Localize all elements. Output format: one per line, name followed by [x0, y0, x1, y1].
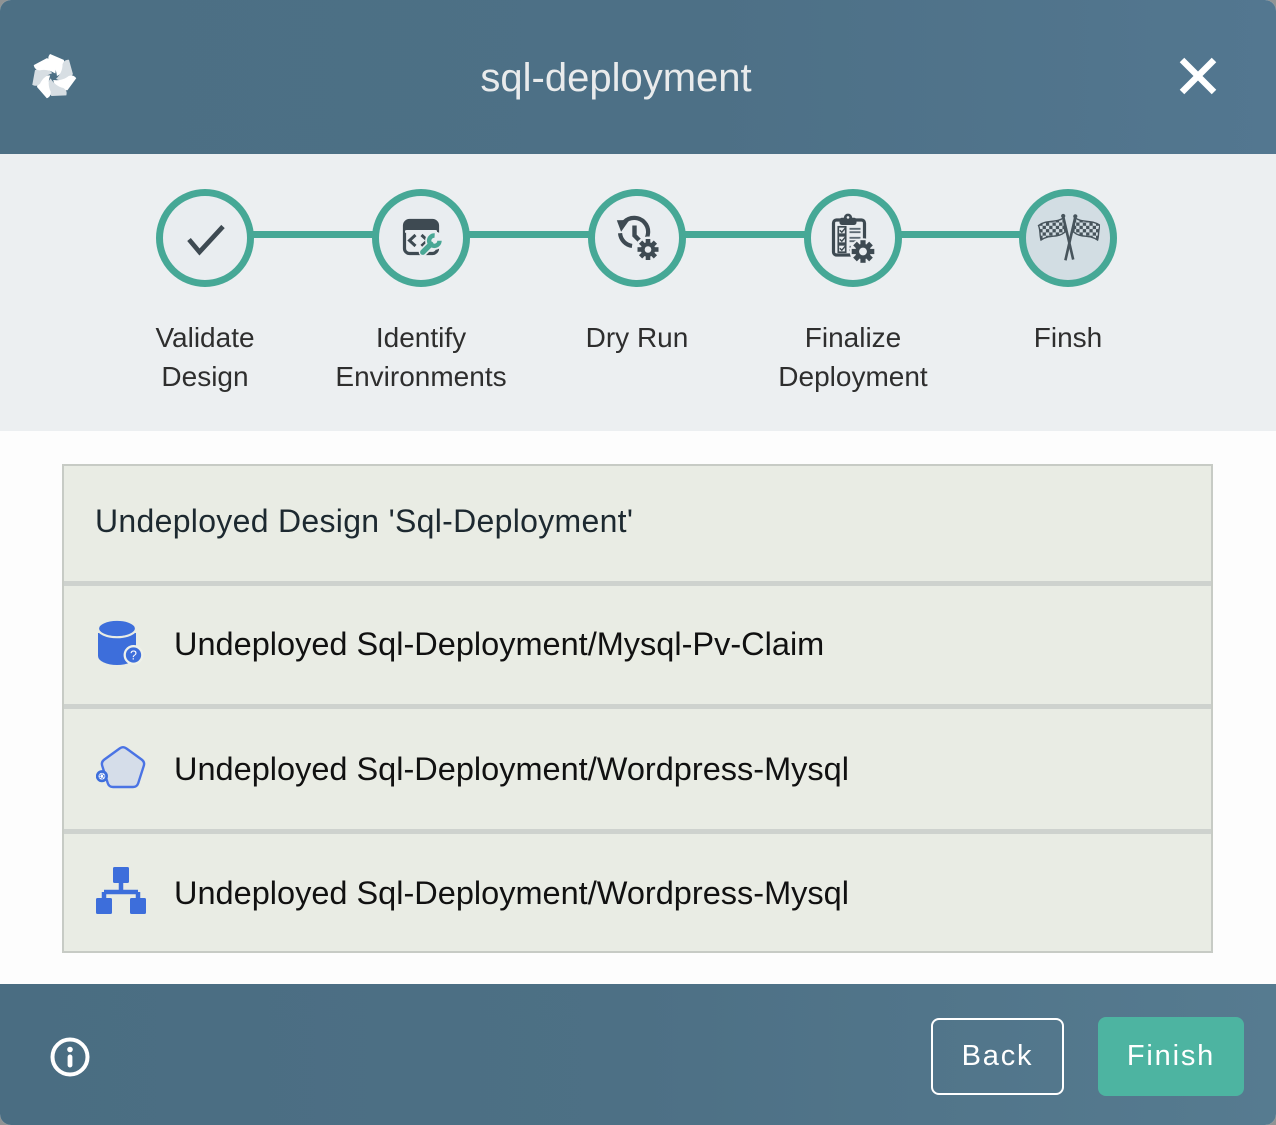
svg-text:?: ? — [130, 649, 137, 663]
